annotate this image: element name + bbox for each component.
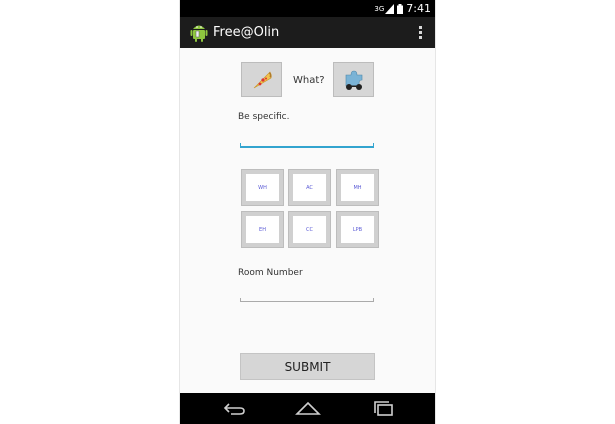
phone-screen: 3G 7:41 Free@Olin What? Be specific. WH … — [180, 0, 435, 424]
building-label: WH — [246, 174, 279, 201]
back-icon[interactable] — [220, 399, 248, 417]
network-type: 3G — [374, 4, 385, 13]
overflow-dot — [418, 36, 422, 39]
room-number-label: Room Number — [238, 268, 303, 278]
input-tick — [240, 298, 241, 301]
android-app-icon[interactable] — [190, 23, 208, 42]
food-pizza-button[interactable] — [241, 62, 282, 97]
battery-icon — [397, 3, 404, 14]
room-number-input[interactable] — [240, 295, 374, 302]
building-label: EH — [246, 216, 279, 243]
status-icons: 3G 7:41 — [374, 0, 431, 17]
overflow-dot — [418, 26, 422, 29]
clock: 7:41 — [406, 2, 431, 15]
building-label: AC — [293, 174, 326, 201]
form-content: What? Be specific. WH AC MH EH CC LPB Ro… — [180, 48, 435, 393]
building-label: LPB — [341, 216, 374, 243]
building-button[interactable]: CC — [288, 211, 331, 248]
food-puzzle-button[interactable] — [333, 62, 374, 97]
building-button[interactable]: EH — [241, 211, 284, 248]
overflow-menu-icon[interactable] — [417, 25, 423, 41]
status-bar: 3G 7:41 — [180, 0, 435, 17]
input-tick — [373, 143, 374, 146]
description-label: Be specific. — [238, 112, 290, 122]
submit-button[interactable]: SUBMIT — [240, 353, 375, 380]
building-button[interactable]: WH — [241, 169, 284, 206]
pizza-icon — [253, 71, 272, 88]
input-tick — [240, 143, 241, 146]
description-input[interactable] — [240, 140, 374, 148]
puzzle-icon — [345, 70, 362, 90]
building-button[interactable]: LPB — [336, 211, 379, 248]
action-bar: Free@Olin — [180, 17, 435, 48]
overflow-dot — [418, 31, 422, 34]
recents-icon[interactable] — [370, 399, 398, 417]
input-tick — [373, 298, 374, 301]
building-button[interactable]: MH — [336, 169, 379, 206]
app-title: Free@Olin — [213, 25, 280, 40]
building-button[interactable]: AC — [288, 169, 331, 206]
home-icon[interactable] — [294, 399, 322, 417]
signal-icon — [385, 3, 395, 14]
building-label: CC — [293, 216, 326, 243]
navigation-bar — [180, 393, 435, 424]
food-prompt-label: What? — [293, 75, 325, 86]
building-label: MH — [341, 174, 374, 201]
